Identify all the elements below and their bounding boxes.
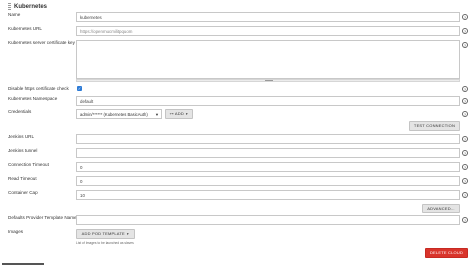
container-cap-label: Container Cap bbox=[8, 190, 38, 195]
section-header: Kubernetes bbox=[8, 3, 47, 11]
connection-timeout-input[interactable]: 0 bbox=[76, 162, 460, 172]
namespace-input[interactable]: default bbox=[76, 96, 460, 106]
add-button-label: Add bbox=[174, 111, 184, 116]
container-cap-input[interactable]: 10 bbox=[76, 190, 460, 200]
read-timeout-input[interactable]: 0 bbox=[76, 176, 460, 186]
name-input[interactable]: kubernetes bbox=[76, 12, 460, 22]
test-connection-label: Test Connection bbox=[413, 123, 456, 128]
kubernetes-url-label: Kubernetes URL bbox=[8, 26, 42, 31]
defaults-provider-input[interactable] bbox=[76, 215, 460, 225]
advanced-button[interactable]: Advanced... bbox=[422, 204, 460, 213]
certificate-key-textarea[interactable] bbox=[76, 40, 460, 79]
delete-cloud-button[interactable]: Delete cloud bbox=[425, 248, 468, 258]
help-icon[interactable]: ? bbox=[462, 98, 468, 104]
name-label: Name bbox=[8, 12, 21, 17]
connection-timeout-label: Connection Timeout bbox=[8, 162, 49, 167]
delete-cloud-label: Delete cloud bbox=[429, 250, 464, 255]
help-icon[interactable]: ? bbox=[462, 178, 468, 184]
add-pod-template-button[interactable]: Add Pod Template ▼ bbox=[76, 229, 135, 239]
chevron-down-icon: ▼ bbox=[155, 112, 159, 117]
namespace-label: Kubernetes Namespace bbox=[8, 96, 58, 101]
defaults-provider-label: Defaults Provider Template Name bbox=[8, 215, 77, 220]
disable-https-checkbox[interactable]: ✓ bbox=[77, 86, 82, 91]
read-timeout-label: Read Timeout bbox=[8, 176, 37, 181]
chevron-down-icon: ▼ bbox=[185, 112, 189, 116]
textarea-resize-handle[interactable] bbox=[76, 79, 460, 82]
test-connection-button[interactable]: Test Connection bbox=[409, 121, 460, 131]
section-divider bbox=[2, 263, 44, 265]
help-icon[interactable]: ? bbox=[462, 111, 468, 117]
help-icon[interactable]: ? bbox=[462, 86, 468, 92]
help-icon[interactable]: ? bbox=[462, 28, 468, 34]
disable-https-label: Disable https certificate check bbox=[8, 86, 69, 91]
help-icon[interactable]: ? bbox=[462, 14, 468, 20]
help-icon[interactable]: ? bbox=[462, 150, 468, 156]
credentials-select[interactable]: admin/****** (Kubernetes BasicAuth) bbox=[76, 109, 162, 119]
help-icon[interactable]: ? bbox=[462, 164, 468, 170]
kubernetes-url-input[interactable]: https://openmucmilitpquom bbox=[76, 26, 460, 36]
section-title: Kubernetes bbox=[14, 4, 48, 10]
jenkins-tunnel-label: Jenkins tunnel bbox=[8, 148, 38, 153]
jenkins-tunnel-input[interactable] bbox=[76, 148, 460, 158]
add-credentials-button[interactable]: ⊶ Add ▼ bbox=[165, 109, 193, 119]
certificate-key-label: Kubernetes server certificate key bbox=[8, 40, 75, 45]
help-icon[interactable]: ? bbox=[462, 42, 468, 48]
advanced-label: Advanced... bbox=[427, 206, 455, 211]
jenkins-url-input[interactable] bbox=[76, 134, 460, 144]
credentials-label: Credentials bbox=[8, 109, 32, 114]
drag-handle-icon[interactable] bbox=[8, 3, 11, 11]
add-pod-template-label: Add Pod Template bbox=[81, 231, 125, 236]
help-icon[interactable]: ? bbox=[462, 136, 468, 142]
images-label: Images bbox=[8, 229, 24, 234]
jenkins-url-label: Jenkins URL bbox=[8, 134, 35, 139]
images-hint: List of Images to be launched as slaves bbox=[76, 241, 134, 245]
key-icon: ⊶ bbox=[169, 111, 174, 116]
help-icon[interactable]: ? bbox=[462, 192, 468, 198]
chevron-down-icon: ▼ bbox=[126, 232, 130, 236]
help-icon[interactable]: ? bbox=[462, 217, 468, 223]
